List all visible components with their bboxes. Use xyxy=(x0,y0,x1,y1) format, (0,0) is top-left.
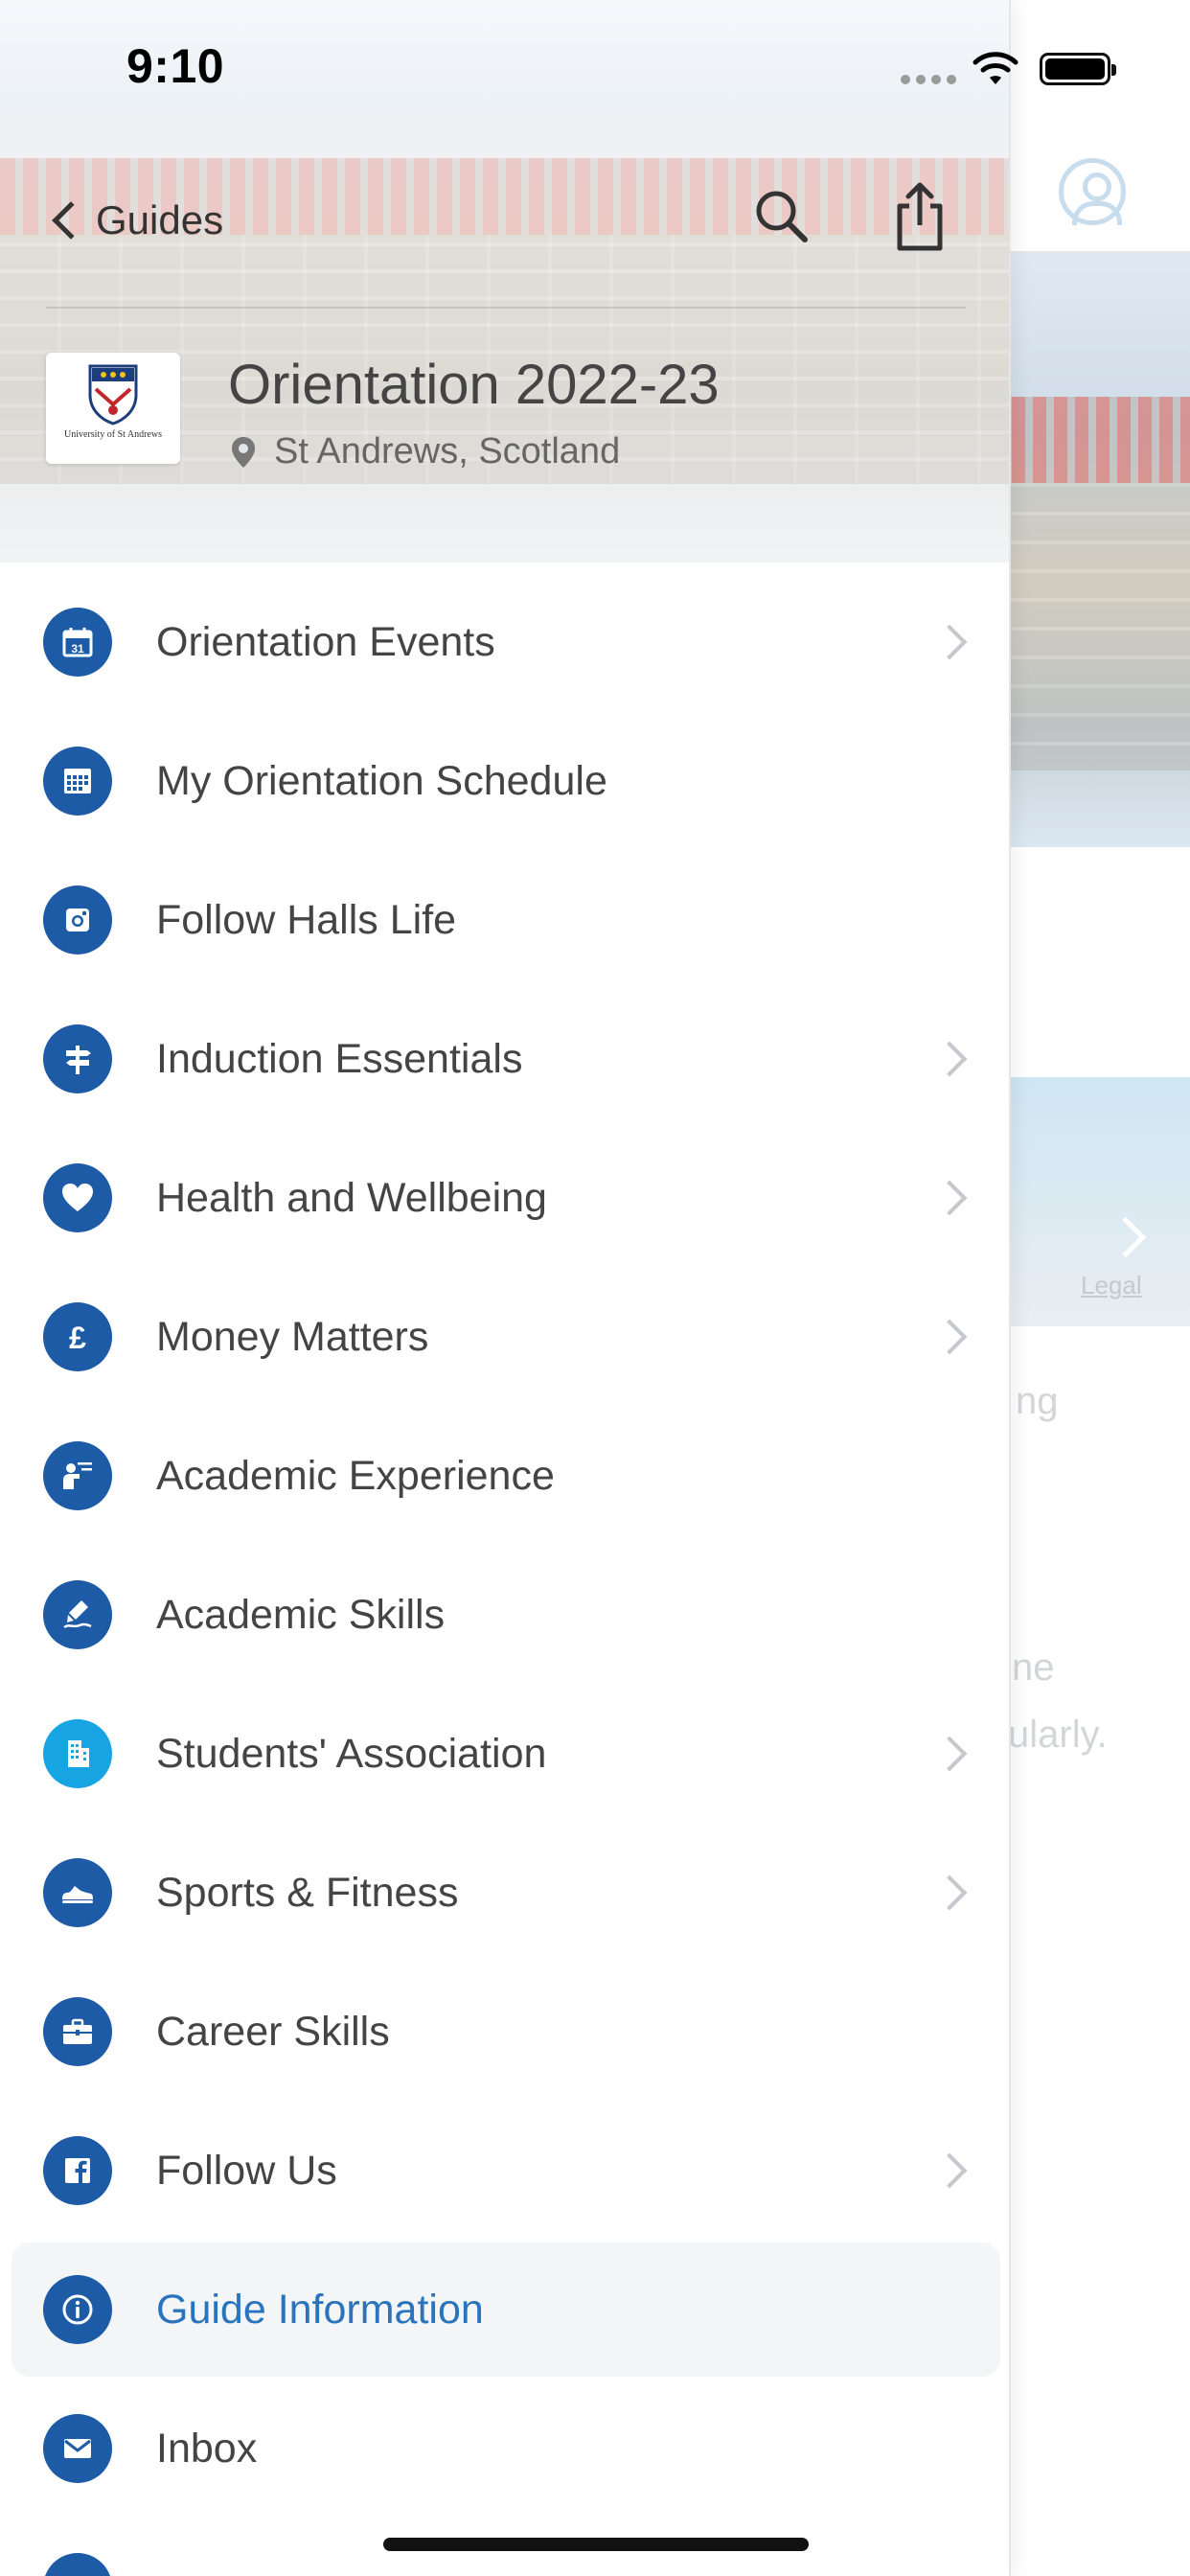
back-button-label: Guides xyxy=(96,197,224,242)
menu-item-my-orientation-schedule[interactable]: My Orientation Schedule xyxy=(11,714,1000,848)
chevron-right-icon xyxy=(931,1736,968,1772)
menu-item-guide-information[interactable]: Guide Information xyxy=(11,2242,1000,2377)
menu-item-label: Induction Essentials xyxy=(156,1035,523,1082)
facebook-icon xyxy=(43,2136,112,2205)
status-time: 9:10 xyxy=(126,39,225,93)
menu-item-follow-halls-life[interactable]: Follow Halls Life xyxy=(11,853,1000,987)
chevron-right-icon xyxy=(931,2152,968,2189)
menu-item-follow-us[interactable]: Follow Us xyxy=(11,2104,1000,2238)
info-icon xyxy=(43,2275,112,2344)
chevron-right-icon xyxy=(931,1319,968,1355)
mail-icon xyxy=(43,2414,112,2483)
menu-item-health-and-wellbeing[interactable]: Health and Wellbeing xyxy=(11,1131,1000,1265)
menu-item-label: Money Matters xyxy=(156,1313,429,1360)
menu-item-label: Orientation Events xyxy=(156,618,495,665)
svg-text:31: 31 xyxy=(71,642,84,656)
chevron-right-icon xyxy=(931,1041,968,1077)
menu-item-academic-skills[interactable]: Academic Skills xyxy=(11,1548,1000,1682)
home-indicator[interactable] xyxy=(383,2538,809,2551)
menu-item-academic-experience[interactable]: Academic Experience xyxy=(11,1409,1000,1543)
calendar-icon: 31 xyxy=(43,608,112,677)
menu-item-money-matters[interactable]: £ Money Matters xyxy=(11,1270,1000,1404)
instagram-icon xyxy=(43,886,112,954)
menu-item-career-skills[interactable]: Career Skills xyxy=(11,1965,1000,2099)
briefcase-icon xyxy=(43,1997,112,2066)
share-icon xyxy=(897,182,943,251)
side-drawer: 9:10 Guides University of St Andrews Ori… xyxy=(0,0,1011,2576)
menu-item-label: Guide Information xyxy=(156,2286,484,2333)
menu-item-label: Follow Halls Life xyxy=(156,896,457,943)
menu-item-inbox[interactable]: Inbox xyxy=(11,2381,1000,2516)
battery-icon xyxy=(1040,53,1116,85)
svg-text:£: £ xyxy=(69,1321,86,1355)
signpost-icon xyxy=(43,1024,112,1093)
cellular-signal-icon xyxy=(901,75,956,84)
university-crest-icon xyxy=(88,364,138,426)
search-icon xyxy=(756,191,808,242)
lecturer-icon xyxy=(43,1441,112,1510)
menu-item-label: Health and Wellbeing xyxy=(156,1174,547,1221)
legal-link[interactable]: Legal xyxy=(1081,1271,1142,1300)
guide-location: St Andrews, Scotland xyxy=(230,431,620,472)
menu-item-label: Students' Association xyxy=(156,1730,547,1777)
logo-text: University of St Andrews xyxy=(64,429,162,440)
partial-icon xyxy=(43,2553,112,2576)
menu-item-label: Inbox xyxy=(156,2425,258,2472)
chevron-right-icon xyxy=(931,624,968,660)
chevron-right-icon xyxy=(931,1180,968,1216)
heart-icon xyxy=(43,1163,112,1232)
building-icon xyxy=(43,1719,112,1788)
menu-item-label: My Orientation Schedule xyxy=(156,757,607,804)
chevron-right-icon xyxy=(931,1874,968,1911)
menu-item-label: Sports & Fitness xyxy=(156,1869,459,1916)
share-button[interactable] xyxy=(886,177,953,254)
menu-item-label: Career Skills xyxy=(156,2008,390,2055)
profile-avatar-icon[interactable] xyxy=(1059,158,1126,225)
menu-item-orientation-events[interactable]: 31 Orientation Events xyxy=(11,575,1000,709)
menu-item-induction-essentials[interactable]: Induction Essentials xyxy=(11,992,1000,1126)
background-text-fragment: ularly. xyxy=(1008,1714,1108,1756)
menu-item-students-association[interactable]: Students' Association xyxy=(11,1687,1000,1821)
menu-item-label: Follow Us xyxy=(156,2147,337,2194)
chevron-left-icon xyxy=(52,201,90,240)
background-text-fragment: ng xyxy=(1016,1380,1059,1422)
location-pin-icon xyxy=(232,436,255,468)
writing-hand-icon xyxy=(43,1580,112,1649)
background-text-fragment: ne xyxy=(1012,1646,1055,1689)
menu-item-label: Academic Experience xyxy=(156,1452,555,1499)
wifi-icon xyxy=(973,52,1018,84)
guide-location-text: St Andrews, Scotland xyxy=(274,431,621,472)
back-button[interactable]: Guides xyxy=(44,187,223,254)
sneaker-icon xyxy=(43,1858,112,1927)
pound-icon: £ xyxy=(43,1302,112,1371)
menu-item-sports-and-fitness[interactable]: Sports & Fitness xyxy=(11,1826,1000,1960)
guide-logo: University of St Andrews xyxy=(46,353,180,464)
menu-item-label: Academic Skills xyxy=(156,1591,446,1638)
schedule-grid-icon xyxy=(43,747,112,816)
guide-title: Orientation 2022-23 xyxy=(228,354,720,416)
search-button[interactable] xyxy=(747,182,814,249)
header-divider xyxy=(46,307,966,309)
